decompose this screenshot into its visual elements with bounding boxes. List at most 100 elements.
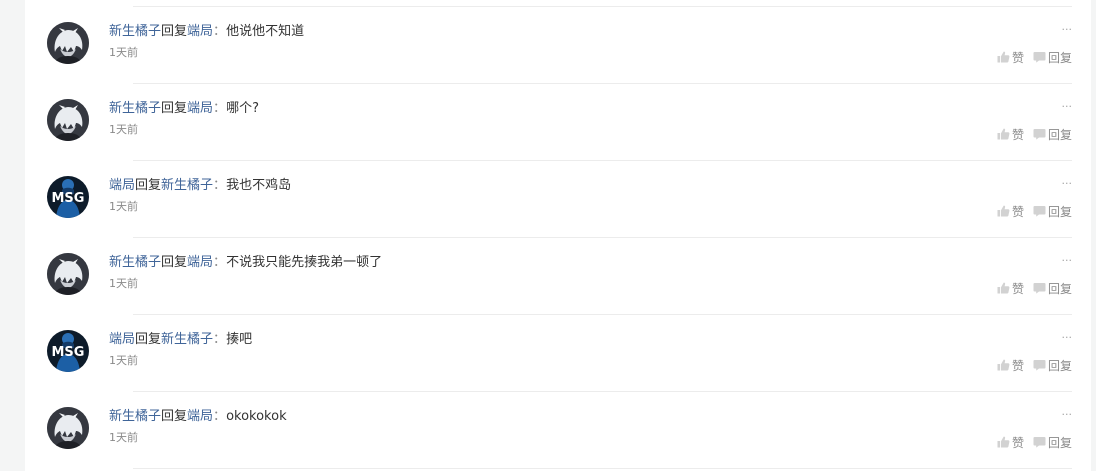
timestamp: 1天前 [109,46,138,59]
like-button[interactable]: 赞 [997,357,1024,374]
author-link[interactable]: 端局 [109,332,135,347]
divider [133,83,1072,84]
comment-text: 不说我只能先揍我弟一顿了 [226,255,383,270]
more-options-button[interactable]: ··· [1058,332,1073,343]
more-options-button[interactable]: ··· [1058,409,1073,420]
reply-label: 回复 [1047,204,1072,219]
thumbs-up-icon [997,205,1010,217]
comment-body: 端局回复新生橘子：揍吧 1天前 [109,331,1072,368]
timestamp: 1天前 [109,277,138,290]
timestamp: 1天前 [109,431,138,444]
like-label: 赞 [1011,435,1024,450]
avatar-white-hair-character[interactable] [47,99,89,141]
like-button[interactable]: 赞 [997,203,1024,220]
reply-target-link[interactable]: 新生橘子 [161,178,213,193]
timestamp: 1天前 [109,123,138,136]
comment-body: 端局回复新生橘子：我也不鸡岛 1天前 [109,177,1072,214]
speech-bubble-icon [1033,205,1046,217]
thumbs-up-icon [997,51,1010,63]
colon: ： [213,409,227,424]
comment-line: 新生橘子回复端局：okokokok [109,408,1072,426]
comment-actions: 赞 回复 [997,203,1072,219]
reply-target-link[interactable]: 端局 [187,24,213,39]
avatar-white-hair-character[interactable] [47,253,89,295]
reply-word: 回复 [161,101,188,116]
like-button[interactable]: 赞 [997,280,1024,297]
comment-body: 新生橘子回复端局：不说我只能先揍我弟一顿了 1天前 [109,254,1072,291]
like-button[interactable]: 赞 [997,434,1024,451]
comment-text: 揍吧 [226,332,253,347]
comment-text: 我也不鸡岛 [226,178,292,193]
avatar-white-hair-character[interactable] [47,22,89,64]
like-label: 赞 [1011,50,1024,65]
reply-button[interactable]: 回复 [1033,434,1072,451]
reply-target-link[interactable]: 新生橘子 [161,332,213,347]
comment-actions: 赞 回复 [997,126,1072,142]
comment-body: 新生橘子回复端局：他说他不知道 1天前 [109,23,1072,60]
colon: ： [213,101,227,116]
author-link[interactable]: 端局 [109,178,135,193]
reply-button[interactable]: 回复 [1033,49,1072,66]
avatar-msg-team[interactable]: MSG [47,330,89,372]
author-link[interactable]: 新生橘子 [109,101,161,116]
comment-actions: 赞 回复 [997,434,1072,450]
comment-line: 端局回复新生橘子：我也不鸡岛 [109,177,1072,195]
avatar-msg-team[interactable]: MSG [47,176,89,218]
speech-bubble-icon [1033,282,1046,294]
colon: ： [213,255,227,270]
comment-line: 端局回复新生橘子：揍吧 [109,331,1072,349]
like-label: 赞 [1011,358,1024,373]
author-link[interactable]: 新生橘子 [109,255,161,270]
reply-label: 回复 [1047,435,1072,450]
reply-word: 回复 [135,178,162,193]
divider [133,237,1072,238]
list-item: 新生橘子回复端局：okokokok 1天前 ··· 赞 回复 [47,391,1072,468]
reply-target-link[interactable]: 端局 [187,255,213,270]
divider [133,6,1072,7]
comment-actions: 赞 回复 [997,49,1072,65]
thumbs-up-icon [997,282,1010,294]
list-item: 新生橘子回复端局：他说他不知道 1天前 ··· 赞 回复 [47,6,1072,83]
list-item: 新生橘子回复端局：不说我只能先揍我弟一顿了 1天前 ··· 赞 回复 [47,237,1072,314]
reply-word: 回复 [161,409,188,424]
reply-button[interactable]: 回复 [1033,357,1072,374]
list-item: MSG 端局回复新生橘子：揍吧 1天前 ··· 赞 回复 [47,314,1072,391]
reply-target-link[interactable]: 端局 [187,101,213,116]
like-button[interactable]: 赞 [997,126,1024,143]
reply-button[interactable]: 回复 [1033,203,1072,220]
comment-panel: 新生橘子回复端局：他说他不知道 1天前 ··· 赞 回复 新生橘子回复端局：哪个… [25,0,1091,471]
author-link[interactable]: 新生橘子 [109,24,161,39]
list-item: MSG 端局回复新生橘子：我也不鸡岛 1天前 ··· 赞 回复 [47,160,1072,237]
speech-bubble-icon [1033,51,1046,63]
reply-label: 回复 [1047,127,1072,142]
avatar-lettering: MSG [52,191,85,206]
more-options-button[interactable]: ··· [1058,24,1073,35]
like-label: 赞 [1011,127,1024,142]
comment-text: okokokok [226,409,287,424]
author-link[interactable]: 新生橘子 [109,409,161,424]
avatar-white-hair-character[interactable] [47,407,89,449]
timestamp: 1天前 [109,354,138,367]
thumbs-up-icon [997,436,1010,448]
colon: ： [213,24,227,39]
speech-bubble-icon [1033,128,1046,140]
divider [133,468,1072,469]
speech-bubble-icon [1033,359,1046,371]
avatar-lettering: MSG [52,345,85,360]
comment-actions: 赞 回复 [997,280,1072,296]
comment-line: 新生橘子回复端局：哪个? [109,100,1072,118]
timestamp: 1天前 [109,200,138,213]
like-button[interactable]: 赞 [997,49,1024,66]
reply-button[interactable]: 回复 [1033,126,1072,143]
like-label: 赞 [1011,204,1024,219]
more-options-button[interactable]: ··· [1058,101,1073,112]
comment-text: 哪个? [226,101,259,116]
reply-label: 回复 [1047,358,1072,373]
reply-target-link[interactable]: 端局 [187,409,213,424]
reply-button[interactable]: 回复 [1033,280,1072,297]
list-item: 新生橘子回复端局：哪个? 1天前 ··· 赞 回复 [47,83,1072,160]
thumbs-up-icon [997,128,1010,140]
more-options-button[interactable]: ··· [1058,178,1073,189]
more-options-button[interactable]: ··· [1058,255,1073,266]
like-label: 赞 [1011,281,1024,296]
